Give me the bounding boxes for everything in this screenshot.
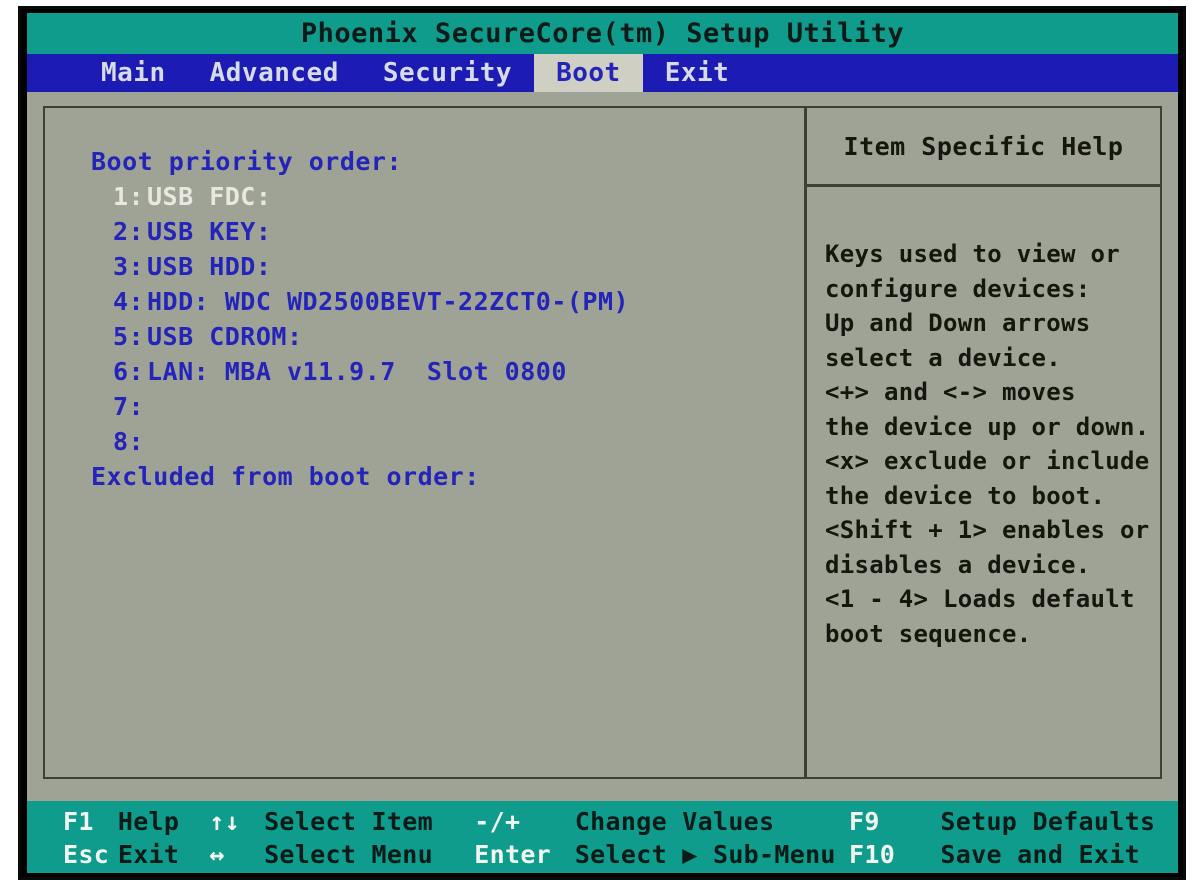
boot-item-7-index: 7: (113, 392, 145, 421)
key-f10[interactable]: F10 (849, 840, 940, 869)
key-f1[interactable]: F1 (63, 807, 118, 836)
bios-screen-bezel: Phoenix SecureCore(tm) Setup Utility Mai… (18, 6, 1186, 880)
boot-item-8[interactable]: 8: (91, 424, 804, 459)
boot-item-3-label: USB HDD: (147, 252, 272, 281)
left-right-arrows-icon[interactable]: ↔ (209, 840, 264, 869)
help-line: disables a device. (825, 550, 1091, 579)
boot-item-3-index: 3: (113, 252, 145, 281)
help-line: Up and Down arrows (825, 309, 1091, 337)
tab-boot-label: Boot (556, 58, 621, 88)
key-minus-plus[interactable]: -/+ (474, 807, 575, 836)
help-line: configure devices: (825, 274, 1091, 303)
item-specific-help-pane: Item Specific Help Keys used to view or … (807, 108, 1160, 777)
help-line: <1 - 4> Loads default (825, 585, 1135, 613)
tab-exit[interactable]: Exit (643, 54, 752, 92)
boot-item-1-index: 1: (113, 182, 145, 211)
boot-item-6[interactable]: 6: LAN: MBA v11.9.7 Slot 0800 (91, 354, 804, 389)
boot-item-4-index: 4: (113, 287, 145, 316)
help-line: the device up or down. (825, 412, 1150, 441)
boot-priority-heading: Boot priority order: (91, 147, 403, 176)
page-title: Phoenix SecureCore(tm) Setup Utility (300, 18, 905, 49)
key-esc-desc: Exit (117, 840, 180, 869)
tab-main[interactable]: Main (79, 54, 188, 92)
boot-item-5-index: 5: (113, 322, 145, 351)
help-line: <x> exclude or include (825, 447, 1150, 475)
boot-item-6-label: LAN: MBA v11.9.7 Slot 0800 (147, 357, 567, 386)
boot-item-1-label: USB FDC: (147, 182, 272, 211)
select-menu-desc: Select Menu (264, 840, 433, 869)
boot-item-4[interactable]: 4: HDD: WDC WD2500BEVT-22ZCT0-(PM) (91, 284, 804, 319)
key-legend-row-2: Esc Exit ↔ Select Menu Enter Select ▶ Su… (63, 838, 1178, 871)
help-header: Item Specific Help (807, 108, 1160, 187)
boot-item-5-label: USB CDROM: (147, 322, 303, 351)
content-area: Boot priority order: 1: USB FDC: 2: USB … (27, 92, 1178, 789)
change-values-desc: Change Values (574, 807, 775, 836)
boot-item-5[interactable]: 5: USB CDROM: (91, 319, 804, 354)
help-line: Keys used to view or (825, 240, 1120, 268)
help-line: the device to boot. (825, 481, 1106, 510)
bios-screen: Phoenix SecureCore(tm) Setup Utility Mai… (27, 13, 1178, 873)
boot-item-7[interactable]: 7: (91, 389, 804, 424)
menu-bar-filler (751, 54, 1178, 92)
key-f1-desc: Help (117, 807, 180, 836)
save-and-exit-desc: Save and Exit (940, 840, 1140, 869)
key-esc[interactable]: Esc (63, 840, 118, 869)
boot-order-pane: Boot priority order: 1: USB FDC: 2: USB … (45, 108, 807, 777)
tab-security[interactable]: Security (361, 54, 534, 92)
help-line: select a device. (825, 343, 1061, 372)
help-line: <Shift + 1> enables or (825, 516, 1150, 544)
help-body: Keys used to view or configure devices: … (807, 187, 1160, 651)
menu-bar[interactable]: Main Advanced Security Boot Exit (27, 54, 1178, 92)
key-f9[interactable]: F9 (849, 807, 940, 836)
boot-item-2-index: 2: (113, 217, 145, 246)
boot-item-1[interactable]: 1: USB FDC: (91, 179, 804, 214)
help-line: <+> and <-> moves (825, 378, 1076, 406)
help-header-label: Item Specific Help (843, 131, 1124, 161)
select-submenu-desc: Select ▶ Sub-Menu (574, 840, 836, 869)
tab-advanced-label: Advanced (209, 58, 339, 88)
key-enter[interactable]: Enter (474, 840, 575, 869)
tab-exit-label: Exit (664, 58, 730, 88)
title-bar: Phoenix SecureCore(tm) Setup Utility (27, 13, 1178, 54)
key-legend-bar: F1 Help ↑↓ Select Item -/+ Change Values… (27, 801, 1178, 873)
select-item-desc: Select Item (264, 807, 433, 836)
boot-item-6-index: 6: (113, 357, 145, 386)
setup-defaults-desc: Setup Defaults (940, 807, 1156, 836)
excluded-heading: Excluded from boot order: (91, 462, 480, 491)
key-legend-row-1: F1 Help ↑↓ Select Item -/+ Change Values… (63, 805, 1178, 838)
tab-boot[interactable]: Boot (534, 54, 643, 92)
tab-main-label: Main (101, 58, 166, 88)
boot-item-8-index: 8: (113, 427, 145, 456)
boot-item-2-label: USB KEY: (147, 217, 272, 246)
help-line: boot sequence. (825, 619, 1032, 648)
tab-security-label: Security (382, 58, 513, 88)
settings-panel: Boot priority order: 1: USB FDC: 2: USB … (43, 106, 1162, 779)
boot-item-3[interactable]: 3: USB HDD: (91, 249, 804, 284)
up-down-arrows-icon[interactable]: ↑↓ (209, 807, 264, 836)
boot-item-2[interactable]: 2: USB KEY: (91, 214, 804, 249)
tab-advanced[interactable]: Advanced (188, 54, 361, 92)
boot-item-4-label: HDD: WDC WD2500BEVT-22ZCT0-(PM) (147, 287, 630, 316)
